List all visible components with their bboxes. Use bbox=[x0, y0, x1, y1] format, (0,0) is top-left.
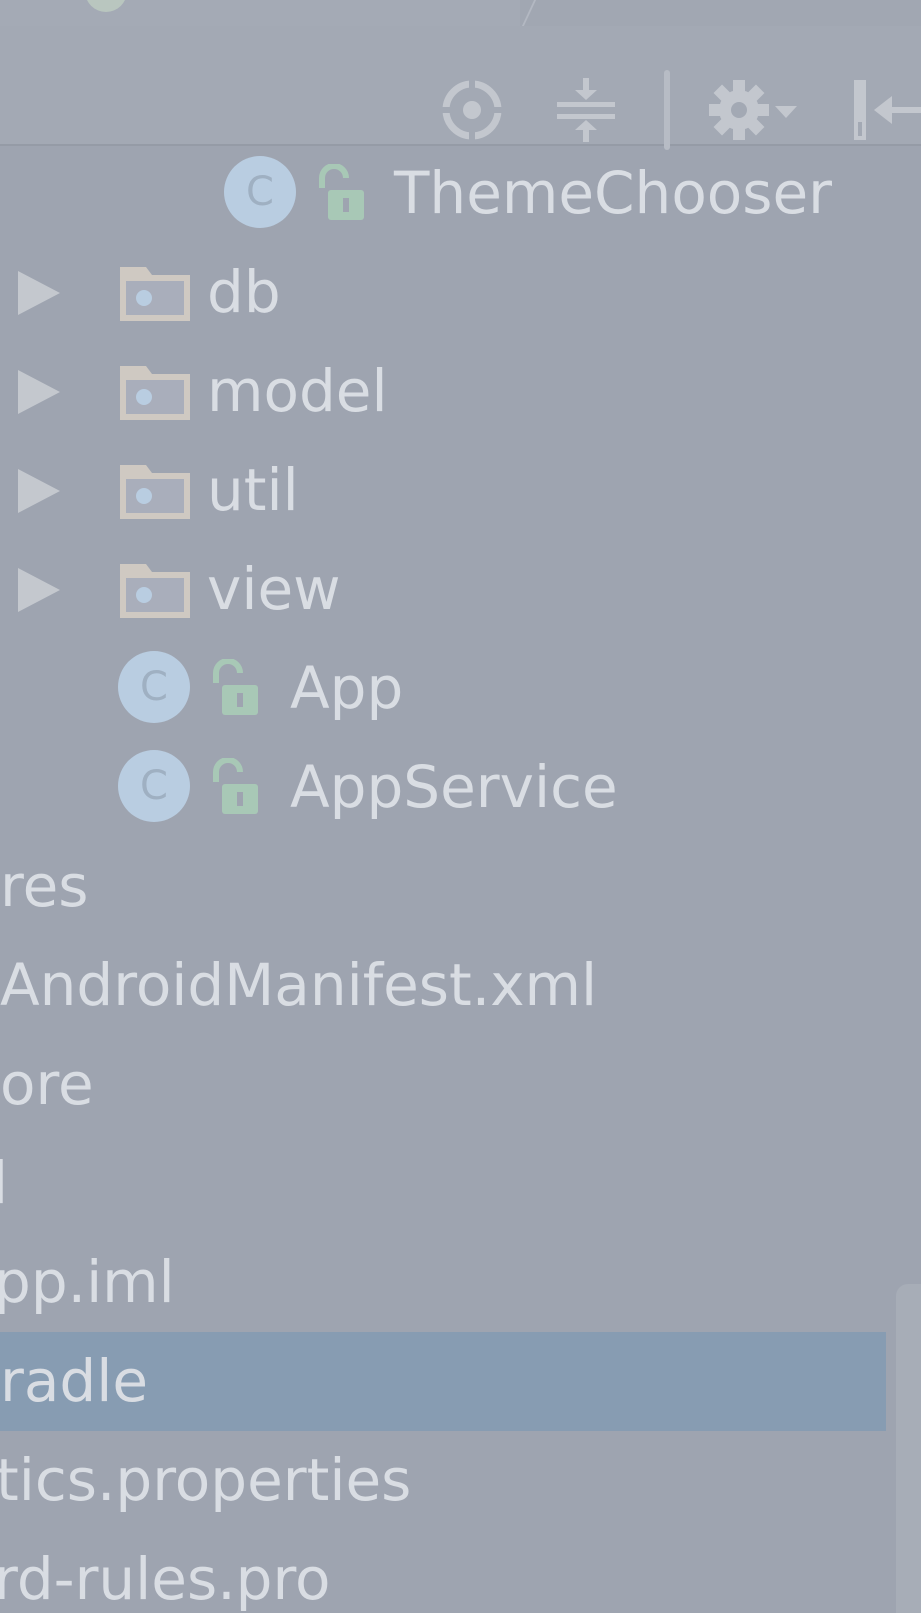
tab-file-icon bbox=[85, 0, 127, 12]
package-folder-icon bbox=[120, 465, 190, 519]
package-folder-icon bbox=[120, 366, 190, 420]
tree-item-properties[interactable]: tics.properties bbox=[0, 1431, 921, 1530]
vertical-scrollbar[interactable] bbox=[896, 1284, 921, 1613]
tree-item-label: model bbox=[207, 357, 388, 425]
class-icon: C bbox=[118, 651, 190, 723]
editor-tab[interactable] bbox=[0, 0, 520, 26]
class-icon: C bbox=[224, 156, 296, 228]
tree-item-label: l bbox=[0, 1149, 9, 1217]
tree-item-proguard[interactable]: rd-rules.pro bbox=[0, 1530, 921, 1613]
tree-item-androidmanifest[interactable]: AndroidManifest.xml bbox=[0, 936, 921, 1035]
tree-item-label: ore bbox=[0, 1050, 94, 1118]
tree-item-label: rd-rules.pro bbox=[0, 1545, 331, 1613]
tree-item-label: pp.iml bbox=[0, 1248, 175, 1316]
tree-item-label: view bbox=[207, 555, 341, 623]
tree-item-db[interactable]: db bbox=[0, 243, 921, 342]
tree-item-label: AndroidManifest.xml bbox=[0, 951, 598, 1019]
unlocked-icon bbox=[213, 758, 258, 814]
tree-item-ore[interactable]: ore bbox=[0, 1035, 921, 1134]
unlocked-icon bbox=[319, 164, 364, 220]
gear-icon[interactable] bbox=[705, 76, 805, 144]
tree-item-label: ThemeChooser bbox=[394, 159, 833, 227]
hide-panel-icon[interactable] bbox=[852, 78, 921, 142]
tree-item-label: AppService bbox=[290, 753, 618, 821]
package-folder-icon bbox=[120, 267, 190, 321]
tree-item-app[interactable]: C App bbox=[0, 639, 921, 738]
tree-item-view[interactable]: view bbox=[0, 540, 921, 639]
tree-item-util[interactable]: util bbox=[0, 441, 921, 540]
tree-item-label: util bbox=[207, 456, 299, 524]
tree-item-label: tics.properties bbox=[0, 1446, 412, 1514]
tree-item-label: radle bbox=[0, 1347, 149, 1415]
tree-item-model[interactable]: model bbox=[0, 342, 921, 441]
project-toolbar bbox=[0, 26, 921, 150]
expand-arrow-icon[interactable] bbox=[18, 271, 60, 315]
collapse-all-icon[interactable] bbox=[555, 76, 617, 144]
project-tree: C ThemeChooser db model util view C App … bbox=[0, 144, 921, 1613]
unlocked-icon bbox=[213, 659, 258, 715]
tree-item-res[interactable]: res bbox=[0, 837, 921, 936]
tree-item-app-iml[interactable]: pp.iml bbox=[0, 1233, 921, 1332]
tree-item-label: res bbox=[0, 852, 89, 920]
editor-tab-strip bbox=[0, 0, 921, 27]
expand-arrow-icon[interactable] bbox=[18, 568, 60, 612]
expand-arrow-icon[interactable] bbox=[18, 469, 60, 513]
crosshair-icon[interactable] bbox=[440, 78, 504, 142]
tree-item-gradle[interactable]: radle bbox=[0, 1332, 921, 1431]
tree-item-label: App bbox=[290, 654, 404, 722]
toolbar-separator bbox=[664, 70, 670, 150]
expand-arrow-icon[interactable] bbox=[18, 370, 60, 414]
tree-item-l[interactable]: l bbox=[0, 1134, 921, 1233]
tree-item-appservice[interactable]: C AppService bbox=[0, 738, 921, 837]
tree-item-themechooser[interactable]: C ThemeChooser bbox=[0, 144, 921, 243]
package-folder-icon bbox=[120, 564, 190, 618]
tree-item-label: db bbox=[207, 258, 281, 326]
class-icon: C bbox=[118, 750, 190, 822]
